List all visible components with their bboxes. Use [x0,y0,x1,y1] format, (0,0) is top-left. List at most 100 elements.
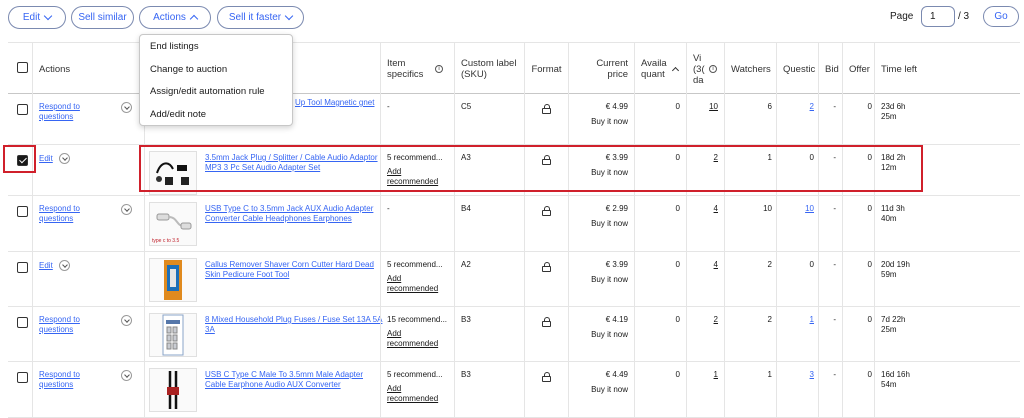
product-thumbnail[interactable] [149,258,197,302]
header-current-price[interactable]: Current price [568,43,634,95]
respond-to-questions-link[interactable]: Respond to questions [39,102,99,122]
row-checkbox[interactable] [17,262,28,273]
edit-link[interactable]: Edit [39,261,57,271]
row-select-cell [8,252,32,306]
sell-it-faster-button[interactable]: Sell it faster [217,6,304,29]
current-price-value: € 3.99 [605,153,628,162]
row-format-cell [524,145,568,195]
info-icon[interactable]: i [435,65,443,73]
views-link[interactable]: 4 [714,260,718,270]
info-icon[interactable]: i [709,65,717,73]
fixed-price-lock-icon [542,317,551,327]
row-checkbox[interactable] [17,206,28,217]
bids-value: - [833,102,836,111]
go-button[interactable]: Go [983,6,1019,27]
add-recommended-link[interactable]: Add recommended [387,274,447,294]
views-link[interactable]: 2 [714,153,718,163]
time-left-value: 23d 6h 25m [881,102,906,121]
views-link[interactable]: 4 [714,204,718,214]
select-all-checkbox[interactable] [17,62,28,73]
chevron-up-icon [189,14,199,24]
product-thumbnail[interactable] [149,313,197,357]
listing-title-link[interactable]: 3.5mm Jack Plug / Splitter / Cable Audio… [205,153,385,173]
header-format[interactable]: Format [524,43,568,95]
page-number-input[interactable]: 1 [921,6,955,27]
time-left-value: 7d 22h 25m [881,315,906,334]
listing-title-link[interactable]: Up Tool Magnetic gnet [295,98,377,108]
row-format-cell [524,252,568,306]
menu-item-end-listings[interactable]: End listings [150,41,199,52]
listing-title-link[interactable]: Callus Remover Shaver Corn Cutter Hard D… [205,260,385,280]
page-label: Page [890,11,914,22]
row-actions-chevron-icon[interactable] [59,153,70,164]
listing-title-link[interactable]: USB C Type C Male To 3.5mm Male Adapter … [205,370,385,390]
row-format-cell [524,94,568,144]
header-available-quantity[interactable]: Availa quant [634,43,686,95]
price-format-label: Buy it now [591,330,628,339]
row-time-left-cell: 7d 22h 25m [874,307,1020,361]
header-watchers[interactable]: Watchers [724,43,776,95]
questions-value: 0 [809,153,814,162]
lock-body [542,210,551,216]
add-recommended-link[interactable]: Add recommended [387,384,447,404]
row-checkbox[interactable] [17,155,28,166]
questions-link[interactable]: 3 [810,370,814,380]
views-link[interactable]: 1 [714,370,718,380]
row-actions-chevron-icon[interactable] [121,315,132,326]
header-offers[interactable]: Offer [842,43,874,95]
row-actions-chevron-icon[interactable] [59,260,70,271]
row-price-cell: € 4.19 Buy it now [568,307,634,361]
row-checkbox[interactable] [17,317,28,328]
row-watchers-cell: 1 [724,362,776,417]
header-custom-label[interactable]: Custom label (SKU) [454,43,524,95]
row-views-cell: 4 [686,252,724,306]
questions-link[interactable]: 10 [805,204,814,214]
header-actions-label: Actions [39,63,71,75]
row-actions-chevron-icon[interactable] [121,370,132,381]
header-views[interactable]: Vi (3( da i [686,43,724,95]
listing-title-link[interactable]: 8 Mixed Household Plug Fuses / Fuse Set … [205,315,385,335]
header-questions-label: Questic [783,63,816,75]
sku-value: A3 [461,153,471,162]
respond-to-questions-link[interactable]: Respond to questions [39,204,99,224]
row-views-cell: 1 [686,362,724,417]
row-checkbox[interactable] [17,104,28,115]
bids-value: - [833,153,836,162]
offers-value: 0 [867,315,872,324]
row-format-cell [524,307,568,361]
row-action-wrap: Respond to questions [39,315,135,335]
product-thumbnail[interactable] [149,368,197,412]
page-total: / 3 [958,11,970,22]
questions-link[interactable]: 1 [810,315,814,325]
product-thumbnail[interactable]: type c to 3.5 [149,202,197,246]
row-actions-chevron-icon[interactable] [121,102,132,113]
questions-link[interactable]: 2 [810,102,814,112]
product-thumbnail[interactable] [149,151,197,195]
row-quantity-cell: 0 [634,196,686,251]
menu-item-assign-automation-rule[interactable]: Assign/edit automation rule [150,86,265,97]
edit-link[interactable]: Edit [39,154,57,164]
views-link[interactable]: 2 [714,315,718,325]
add-recommended-link[interactable]: Add recommended [387,167,447,187]
header-bids[interactable]: Bid [818,43,842,95]
sell-similar-button[interactable]: Sell similar [71,6,134,29]
row-sku-cell: C5 [454,94,524,144]
respond-to-questions-link[interactable]: Respond to questions [39,370,99,390]
header-time-left[interactable]: Time left [874,43,1020,95]
header-questions[interactable]: Questic [776,43,818,95]
respond-to-questions-link[interactable]: Respond to questions [39,315,99,335]
views-link[interactable]: 10 [709,102,718,112]
available-quantity-value: 0 [675,204,680,213]
row-quantity-cell: 0 [634,252,686,306]
menu-item-change-to-auction[interactable]: Change to auction [150,64,227,75]
menu-item-add-edit-note[interactable]: Add/edit note [150,109,206,120]
row-actions-chevron-icon[interactable] [121,204,132,215]
add-recommended-link[interactable]: Add recommended [387,329,447,349]
listing-title-link[interactable]: USB Type C to 3.5mm Jack AUX Audio Adapt… [205,204,385,224]
sort-ascending-icon[interactable] [671,66,680,75]
actions-dropdown-button[interactable]: Actions [139,6,211,29]
current-price-value: € 3.99 [605,260,628,269]
edit-dropdown-button[interactable]: Edit [8,6,66,29]
row-checkbox[interactable] [17,372,28,383]
header-item-specifics[interactable]: Item specifics i [380,43,454,95]
